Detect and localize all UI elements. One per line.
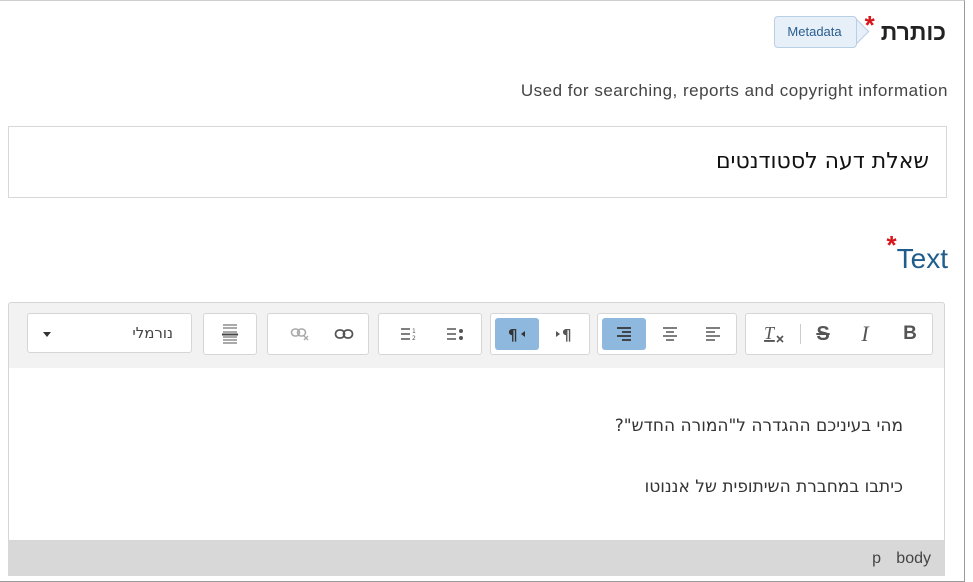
title-field-description: Used for searching, reports and copyrigh… bbox=[520, 81, 948, 100]
required-marker: * bbox=[886, 230, 897, 260]
title-input[interactable]: שאלת דעה לסטודנטים bbox=[8, 126, 947, 198]
editor-toolbar: B I S T ¶ ¶ 1 2 נורמלי bbox=[8, 302, 945, 369]
toolbar-divider bbox=[800, 324, 801, 344]
path-item-p[interactable]: p bbox=[872, 550, 881, 568]
italic-icon[interactable]: I bbox=[850, 318, 880, 350]
editor-content[interactable]: מהי בעיניכם ההגדרה ל"המורה החדש"? כיתבו … bbox=[8, 368, 945, 541]
link-icon[interactable] bbox=[326, 318, 362, 350]
text-field-label: Text bbox=[896, 243, 948, 274]
path-item-body[interactable]: body bbox=[896, 550, 931, 568]
links-group bbox=[267, 313, 369, 355]
title-field-label: כותרת bbox=[880, 18, 946, 45]
lists-group: 12 bbox=[378, 313, 482, 355]
strikethrough-icon[interactable]: S bbox=[808, 318, 838, 350]
rtl-icon[interactable]: ¶ bbox=[495, 318, 539, 350]
chevron-down-icon bbox=[43, 332, 51, 337]
title-field-header: כותרת * Metadata bbox=[774, 9, 946, 52]
horizontal-rule-icon[interactable] bbox=[212, 318, 248, 350]
basic-styles-group: B I S T bbox=[745, 313, 933, 355]
unlink-icon[interactable] bbox=[282, 318, 318, 350]
editor-paragraph: מהי בעיניכם ההגדרה ל"המורה החדש"? bbox=[614, 416, 903, 436]
metadata-badge[interactable]: Metadata bbox=[774, 16, 857, 48]
align-center-icon[interactable] bbox=[653, 318, 687, 350]
svg-text:2: 2 bbox=[412, 335, 416, 341]
numbered-list-icon[interactable]: 12 bbox=[391, 318, 427, 350]
editor-paragraph: כיתבו במחברת השיתופית של אננוטו bbox=[644, 477, 903, 497]
horizontal-rule-group bbox=[203, 313, 257, 355]
svg-text:¶: ¶ bbox=[562, 326, 572, 342]
element-path-bar: body p bbox=[8, 541, 945, 576]
text-field-header: Text * bbox=[885, 230, 948, 275]
ltr-icon[interactable]: ¶ bbox=[547, 318, 583, 350]
bold-icon[interactable]: B bbox=[895, 318, 925, 350]
format-select[interactable]: נורמלי bbox=[27, 313, 192, 353]
required-marker: * bbox=[864, 9, 875, 40]
align-right-icon[interactable] bbox=[602, 318, 646, 350]
format-select-value: נורמלי bbox=[132, 324, 173, 342]
remove-format-icon[interactable]: T bbox=[758, 318, 790, 350]
align-left-icon[interactable] bbox=[696, 318, 730, 350]
alignment-group bbox=[597, 313, 737, 355]
bulleted-list-icon[interactable] bbox=[437, 318, 473, 350]
svg-text:T: T bbox=[764, 323, 776, 343]
direction-group: ¶ ¶ bbox=[490, 313, 590, 355]
svg-text:¶: ¶ bbox=[508, 326, 518, 342]
svg-text:1: 1 bbox=[412, 328, 416, 335]
